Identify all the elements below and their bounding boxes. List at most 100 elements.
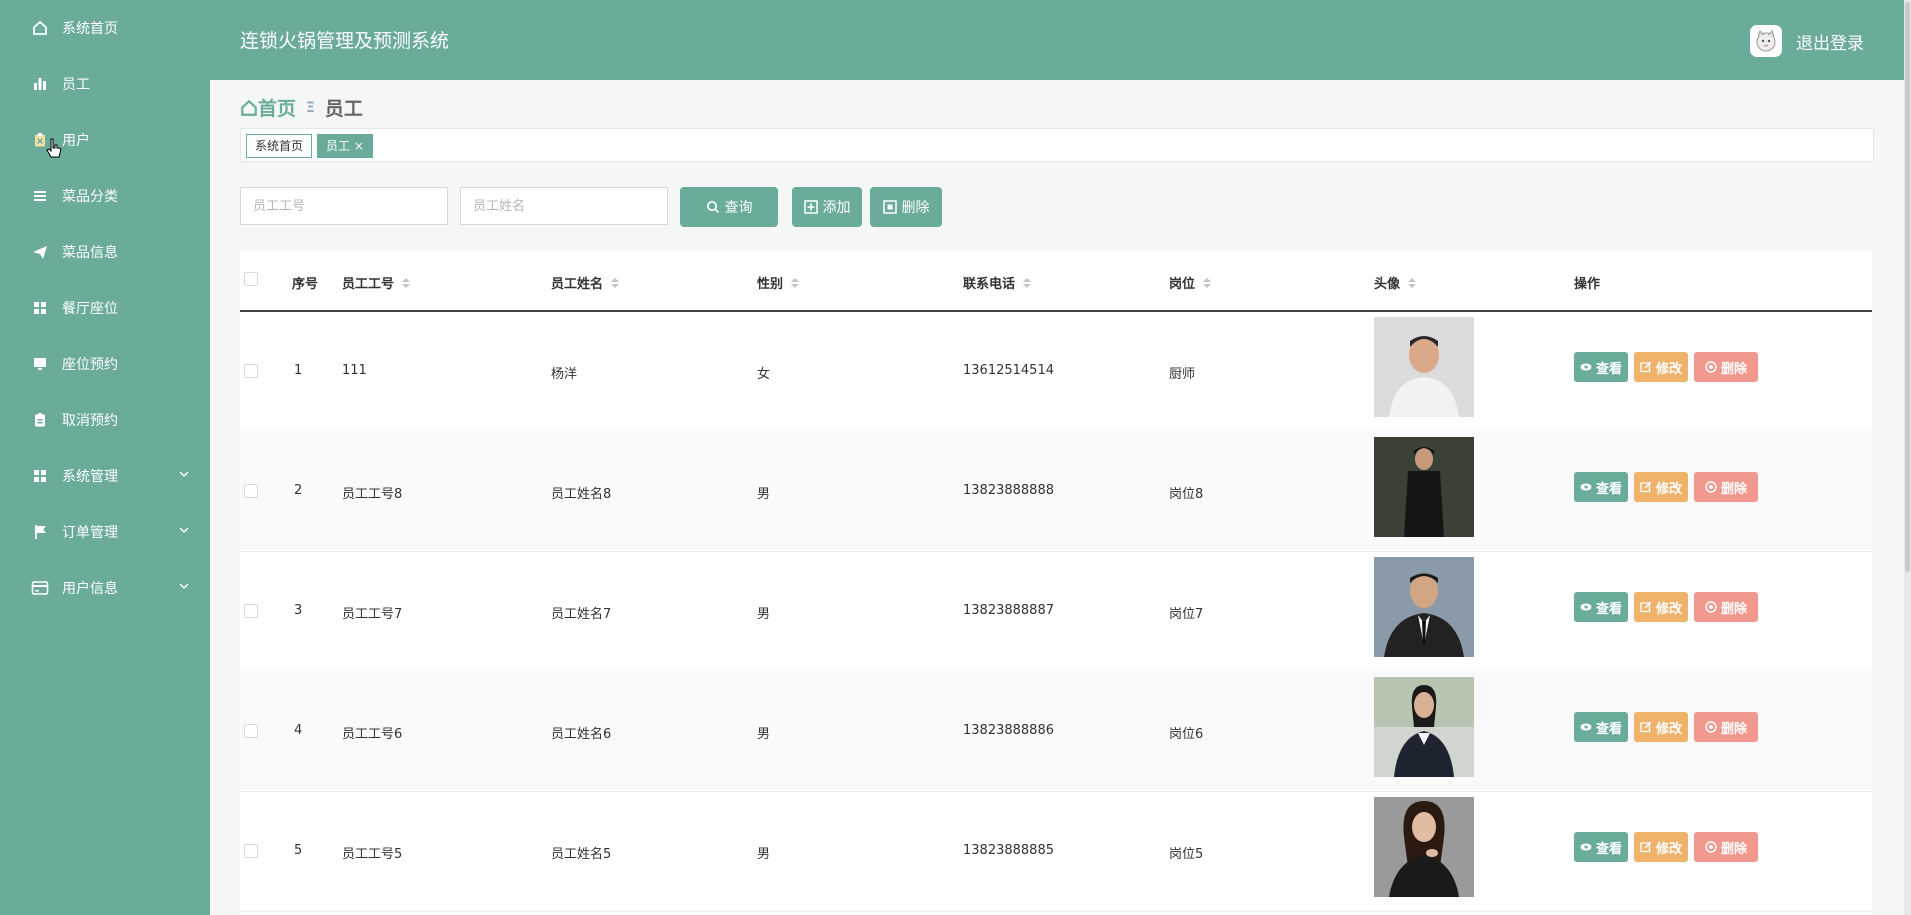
sidebar-item-cancel-booking[interactable]: 取消预约 — [0, 392, 210, 448]
column-header-photo[interactable]: 头像 — [1374, 273, 1417, 292]
sort-icon[interactable] — [791, 277, 800, 288]
edit-label: 修改 — [1656, 361, 1683, 377]
table-row: 5 员工工号5 员工姓名5 男 13823888885 岗位5 查看 修改 删除 — [240, 791, 1872, 912]
sidebar-item-label: 餐厅座位 — [62, 301, 118, 317]
row-delete-button[interactable]: 删除 — [1694, 352, 1759, 382]
sidebar-item-system-management[interactable]: 系统管理 — [0, 448, 210, 504]
edit-button[interactable]: 修改 — [1634, 832, 1689, 862]
view-button[interactable]: 查看 — [1574, 592, 1629, 622]
sidebar-item-seats[interactable]: 餐厅座位 — [0, 280, 210, 336]
column-header-phone[interactable]: 联系电话 — [963, 273, 1032, 292]
sort-icon[interactable] — [402, 277, 411, 288]
breadcrumb-separator: Ξ — [306, 99, 315, 116]
employee-photo[interactable] — [1374, 557, 1474, 657]
add-button[interactable]: 添加 — [792, 187, 862, 227]
sort-icon[interactable] — [1408, 277, 1417, 288]
tags-view-bar: 系统首页 员工 × — [240, 128, 1874, 162]
view-button[interactable]: 查看 — [1574, 472, 1629, 502]
row-checkbox[interactable] — [244, 724, 258, 738]
employee-photo[interactable] — [1374, 797, 1474, 897]
sort-icon[interactable] — [1203, 277, 1212, 288]
employee-photo[interactable] — [1374, 677, 1474, 777]
cell-index: 1 — [294, 363, 303, 378]
paper-plane-icon — [30, 242, 50, 262]
sidebar-item-label: 用户 — [62, 133, 90, 149]
cell-gender: 男 — [757, 607, 771, 622]
eye-icon — [1580, 482, 1592, 492]
edit-button[interactable]: 修改 — [1634, 352, 1689, 382]
sidebar-item-user-info[interactable]: 用户信息 — [0, 560, 210, 616]
edit-button[interactable]: 修改 — [1634, 592, 1689, 622]
sort-icon[interactable] — [611, 277, 620, 288]
sidebar-item-employee[interactable]: 员工 — [0, 56, 210, 112]
row-checkbox[interactable] — [244, 484, 258, 498]
breadcrumb-home-label: 首页 — [258, 98, 297, 120]
employee-photo[interactable] — [1374, 437, 1474, 537]
row-delete-button[interactable]: 删除 — [1694, 592, 1759, 622]
close-icon[interactable]: × — [350, 139, 364, 153]
cell-position: 岗位7 — [1169, 607, 1204, 622]
eye-icon — [1580, 602, 1592, 612]
delete-circle-icon — [1705, 841, 1717, 853]
column-header-gender[interactable]: 性别 — [757, 273, 800, 292]
column-label: 联系电话 — [963, 277, 1016, 292]
delete-circle-icon — [1705, 481, 1717, 493]
table-row: 3 员工工号7 员工姓名7 男 13823888887 岗位7 查看 修改 删除 — [240, 551, 1872, 672]
view-label: 查看 — [1596, 481, 1623, 497]
query-button[interactable]: 查询 — [680, 187, 778, 227]
cell-gender: 男 — [757, 847, 771, 862]
column-label: 岗位 — [1169, 277, 1196, 292]
cat-avatar-icon — [1756, 30, 1776, 52]
sort-icon[interactable] — [1023, 277, 1032, 288]
employee-photo[interactable] — [1374, 317, 1474, 417]
page-scrollbar[interactable] — [1904, 0, 1911, 915]
cell-gender: 女 — [757, 367, 771, 382]
delete-button[interactable]: 删除 — [870, 187, 942, 227]
tab-home[interactable]: 系统首页 — [246, 134, 313, 158]
avatar[interactable] — [1750, 25, 1782, 57]
row-delete-button[interactable]: 删除 — [1694, 712, 1759, 742]
cell-gender: 男 — [757, 727, 771, 742]
column-header-emp-no[interactable]: 员工工号 — [342, 273, 411, 292]
scrollbar-thumb[interactable] — [1905, 2, 1910, 572]
select-all-checkbox[interactable] — [244, 272, 258, 286]
row-checkbox[interactable] — [244, 604, 258, 618]
breadcrumb-home[interactable]: 首页 — [240, 94, 296, 121]
column-label: 员工姓名 — [551, 277, 604, 292]
sidebar-item-user[interactable]: 用户 — [0, 112, 210, 168]
column-header-position[interactable]: 岗位 — [1169, 273, 1212, 292]
view-button[interactable]: 查看 — [1574, 832, 1629, 862]
home-icon — [30, 18, 50, 38]
sidebar-item-label: 订单管理 — [62, 525, 118, 541]
column-label: 操作 — [1574, 277, 1601, 292]
sidebar-item-home[interactable]: 系统首页 — [0, 0, 210, 56]
cell-position: 岗位5 — [1169, 847, 1204, 862]
sidebar-item-seat-booking[interactable]: 座位预约 — [0, 336, 210, 392]
edit-button[interactable]: 修改 — [1634, 472, 1689, 502]
column-label: 序号 — [292, 277, 319, 292]
row-delete-button[interactable]: 删除 — [1694, 472, 1759, 502]
list-icon — [30, 186, 50, 206]
sidebar-item-dish-category[interactable]: 菜品分类 — [0, 168, 210, 224]
cell-position: 岗位8 — [1169, 487, 1204, 502]
delete-label: 删除 — [1721, 721, 1748, 737]
employee-name-input[interactable] — [460, 187, 668, 225]
row-delete-button[interactable]: 删除 — [1694, 832, 1759, 862]
view-label: 查看 — [1596, 721, 1623, 737]
table-row: 4 员工工号6 员工姓名6 男 13823888886 岗位6 查看 修改 删除 — [240, 671, 1872, 792]
sidebar-item-order-management[interactable]: 订单管理 — [0, 504, 210, 560]
view-button[interactable]: 查看 — [1574, 352, 1629, 382]
sidebar-item-label: 系统管理 — [62, 469, 118, 485]
column-header-name[interactable]: 员工姓名 — [551, 273, 620, 292]
edit-button[interactable]: 修改 — [1634, 712, 1689, 742]
delete-circle-icon — [1705, 361, 1717, 373]
view-button[interactable]: 查看 — [1574, 712, 1629, 742]
sidebar-item-dish-info[interactable]: 菜品信息 — [0, 224, 210, 280]
view-label: 查看 — [1596, 841, 1623, 857]
logout-button[interactable]: 退出登录 — [1796, 29, 1864, 54]
table-row: 1 111 杨洋 女 13612514514 厨师 查看 修改 删除 — [240, 311, 1872, 432]
row-checkbox[interactable] — [244, 364, 258, 378]
row-checkbox[interactable] — [244, 844, 258, 858]
tab-employee[interactable]: 员工 × — [317, 134, 373, 158]
employee-no-input[interactable] — [240, 187, 448, 225]
